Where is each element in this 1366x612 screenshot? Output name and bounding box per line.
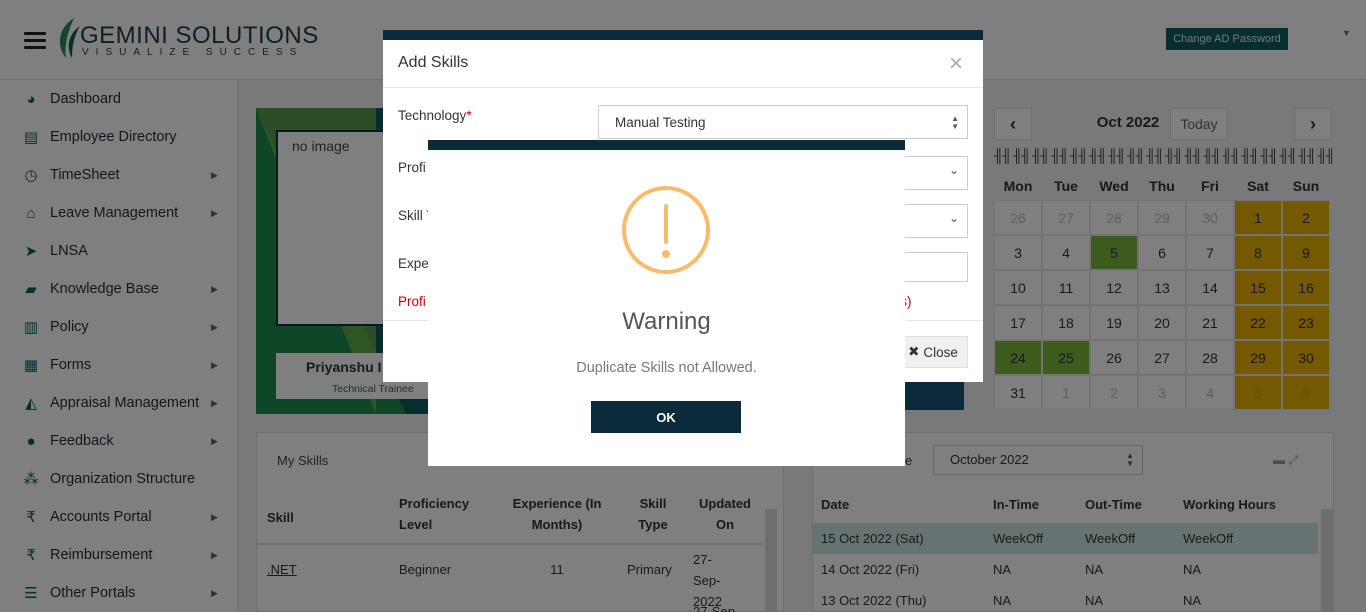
warning-dialog: Warning Duplicate Skills not Allowed. OK xyxy=(428,140,905,466)
label-text: Technology xyxy=(398,108,467,123)
required-mark: * xyxy=(466,108,472,123)
technology-select-value: Manual Testing xyxy=(615,115,706,130)
close-button[interactable]: ✖ Close xyxy=(898,336,968,368)
select-spinner-icon: ▲▼ xyxy=(951,114,959,131)
dialog-message: Duplicate Skills not Allowed. xyxy=(576,360,757,376)
modal-header: Add Skills × xyxy=(383,40,983,88)
proficiency-label: Profi xyxy=(398,160,426,175)
modal-title: Add Skills xyxy=(398,54,469,71)
warning-icon xyxy=(622,186,710,274)
close-button-label: Close xyxy=(923,344,958,360)
ok-button[interactable]: OK xyxy=(591,401,741,433)
technology-label: Technology* xyxy=(398,108,472,123)
validation-error: Profi xyxy=(398,294,426,309)
technology-select[interactable]: Manual Testing ▲ ▼ xyxy=(598,105,968,139)
dialog-title: Warning xyxy=(622,308,711,335)
chevron-down-icon: ⌄ xyxy=(948,211,959,225)
close-icon: ✖ xyxy=(908,344,920,359)
close-icon[interactable]: × xyxy=(949,50,963,78)
chevron-down-icon: ⌄ xyxy=(948,163,959,177)
